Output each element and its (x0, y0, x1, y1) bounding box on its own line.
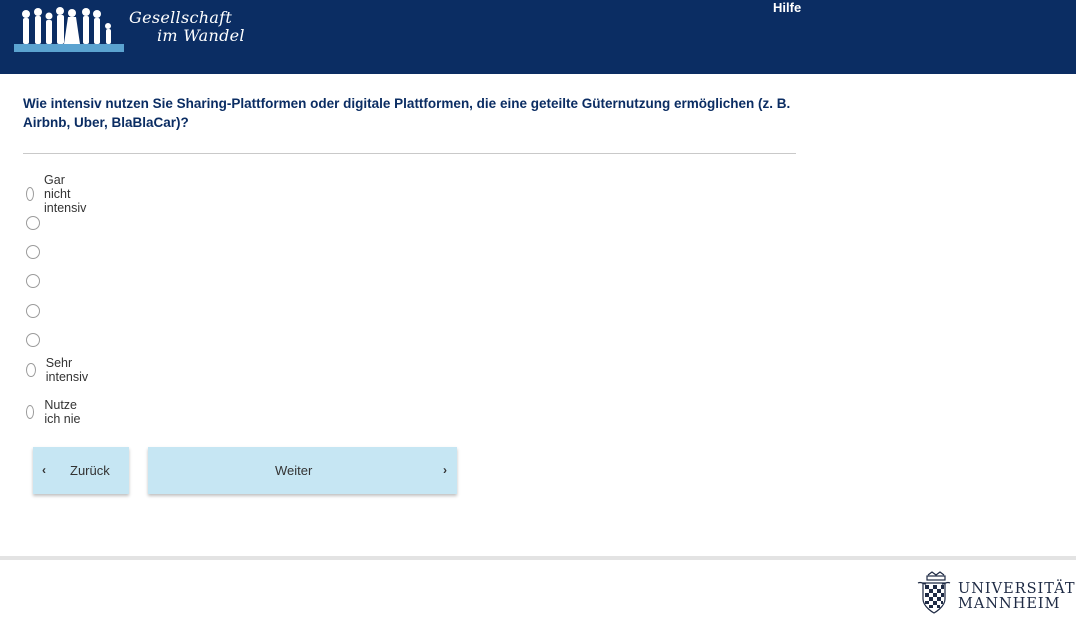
help-link[interactable]: Hilfe (773, 0, 801, 15)
university-crest-icon (917, 571, 951, 614)
university-name-line1: UNIVERSITÄT (958, 581, 1076, 597)
option-scale-3[interactable] (26, 243, 50, 261)
radio-button[interactable] (26, 363, 36, 377)
radio-button[interactable] (26, 274, 40, 288)
next-button-label: Weiter (275, 463, 313, 478)
question-divider (23, 153, 796, 154)
radio-button[interactable] (26, 187, 35, 201)
logo-title-line1: Gesellschaft (129, 8, 233, 27)
option-scale-4[interactable] (26, 272, 50, 290)
back-button[interactable]: ‹ Zurück (33, 447, 129, 494)
option-scale-2[interactable] (26, 214, 50, 232)
footer-divider (0, 556, 1076, 560)
radio-button[interactable] (26, 216, 40, 230)
chevron-right-icon: › (443, 463, 447, 477)
option-scale-5[interactable] (26, 302, 50, 320)
question-text: Wie intensiv nutzen Sie Sharing-Plattfor… (23, 96, 791, 130)
option-gar-nicht-intensiv[interactable]: Gar nicht intensiv (26, 173, 92, 215)
option-sehr-intensiv[interactable]: Sehr intensiv (26, 356, 92, 384)
logo-title-line2: im Wandel (157, 26, 245, 45)
option-scale-6[interactable] (26, 331, 50, 349)
chevron-left-icon: ‹ (42, 463, 46, 477)
radio-button[interactable] (26, 333, 40, 347)
option-label: Gar nicht intensiv (44, 173, 87, 215)
radio-button[interactable] (26, 304, 40, 318)
next-button[interactable]: Weiter › (148, 447, 457, 494)
back-button-label: Zurück (70, 463, 110, 478)
people-silhouettes-icon (14, 7, 254, 52)
radio-button[interactable] (26, 405, 35, 419)
option-label: Nutze ich nie (44, 398, 81, 426)
gesellschaft-im-wandel-logo: Gesellschaft im Wandel (14, 4, 254, 58)
radio-button[interactable] (26, 245, 40, 259)
university-name: UNIVERSITÄT MANNHEIM (958, 582, 1076, 612)
option-nutze-ich-nie[interactable]: Nutze ich nie (26, 398, 83, 426)
university-name-line2: MANNHEIM (958, 596, 1061, 612)
option-label: Sehr intensiv (45, 356, 89, 384)
header-bar: Gesellschaft im Wandel Hilfe (0, 0, 1076, 74)
